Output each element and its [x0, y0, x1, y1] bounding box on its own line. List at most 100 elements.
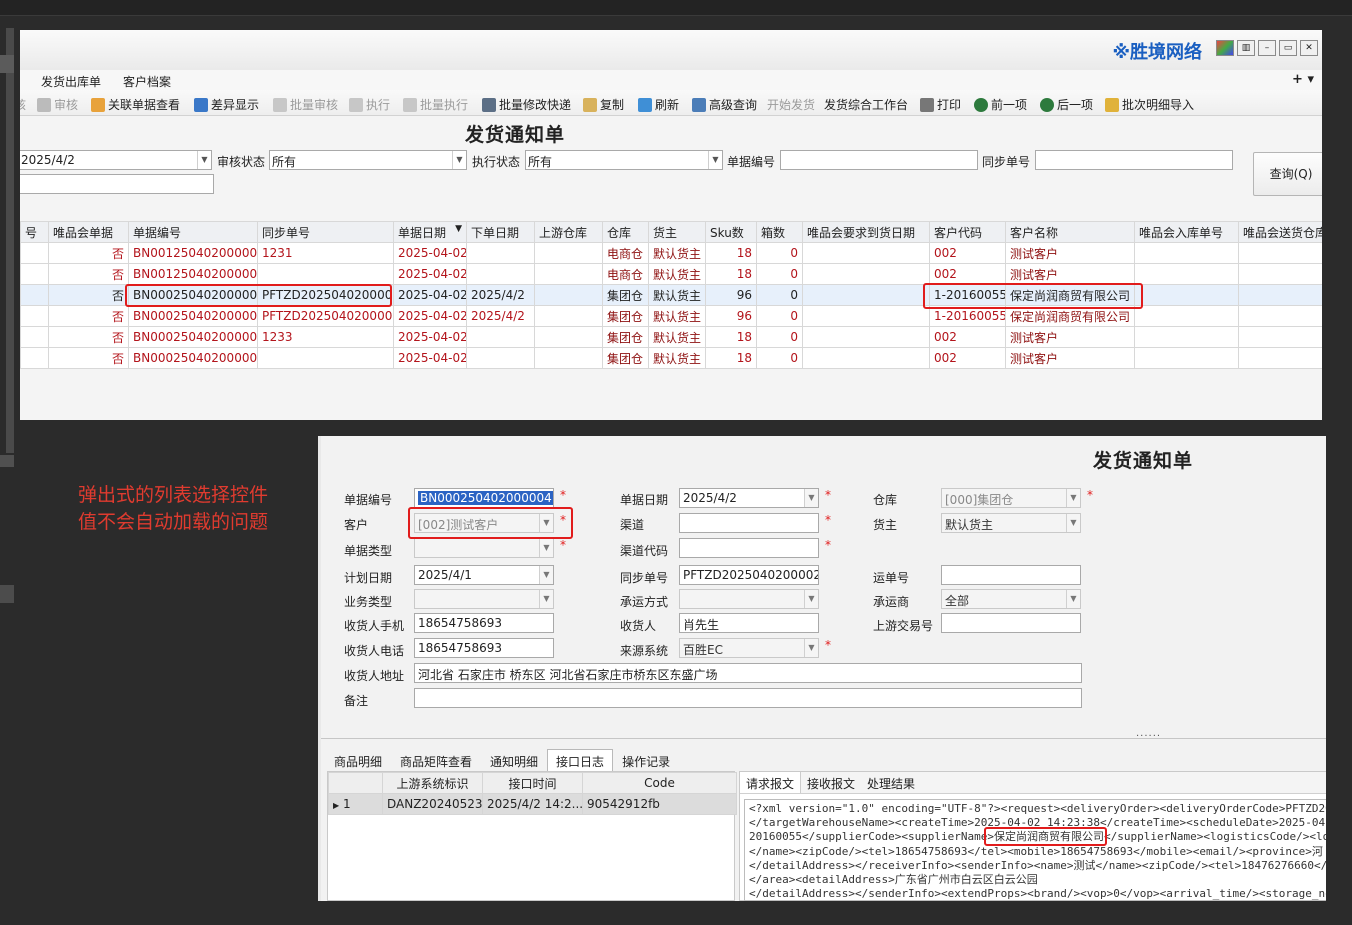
add-tab-button[interactable]: + ▾ [1292, 72, 1314, 87]
col-header[interactable]: 单据编号 [128, 221, 258, 243]
date-filter-field[interactable]: 2025/4/2 ▼ [20, 150, 212, 170]
theme-icon[interactable] [1216, 40, 1234, 56]
col-header[interactable]: 箱数 [756, 221, 803, 243]
layout-icon[interactable]: ▥ [1237, 40, 1255, 56]
query-button[interactable]: 查询(Q) [1253, 152, 1322, 196]
toolbar-batch-audit-button[interactable]: 批量审核 [273, 96, 338, 113]
col-header[interactable]: 货主 [648, 221, 706, 243]
col-header[interactable]: 客户代码 [929, 221, 1006, 243]
table-row[interactable]: 否 BN000250402000001 2025-04-02 集团仓 默认货主 … [20, 347, 1322, 369]
chevron-down-icon[interactable]: ▼ [452, 151, 466, 169]
remark-field[interactable] [414, 688, 1082, 708]
shipping-method-select[interactable]: ▼ [679, 589, 819, 609]
chevron-down-icon[interactable]: ▼ [804, 639, 818, 657]
waybill-field[interactable] [941, 565, 1081, 585]
col-header[interactable]: Code [582, 772, 737, 794]
toolbar-unaudit-button[interactable]: 核 [20, 96, 26, 113]
toolbar-advanced-search-button[interactable]: 高级查询 [692, 96, 757, 113]
col-header[interactable]: 上游仓库 [534, 221, 603, 243]
doc-date-field[interactable]: 2025/4/2 ▼ [679, 488, 819, 508]
extra-filter-input[interactable] [20, 174, 214, 194]
tab-request-message[interactable]: 请求报文 [740, 772, 802, 793]
toolbar-related-docs-button[interactable]: 关联单据查看 [91, 96, 180, 113]
owner-select[interactable]: 默认货主 ▼ [941, 513, 1081, 533]
toolbar-audit-button[interactable]: 审核 [37, 96, 78, 113]
col-header[interactable]: 唯品会单据 [48, 221, 129, 243]
col-header[interactable]: 单据日期 ▼ [393, 221, 467, 243]
toolbar-batch-express-button[interactable]: 批量修改快递 [482, 96, 571, 113]
receiver-mobile-field[interactable]: 18654758693 [414, 613, 554, 633]
biz-type-select[interactable]: ▼ [414, 589, 554, 609]
col-header[interactable]: 上游系统标识 [382, 772, 483, 794]
chevron-down-icon[interactable]: ▼ [539, 566, 553, 584]
docno-field[interactable]: BN000250402000004 [414, 488, 554, 508]
toolbar-execute-button[interactable]: 执行 [349, 96, 390, 113]
col-header[interactable]: Sku数 [705, 221, 757, 243]
docno-filter-label: 单据编号 [727, 155, 776, 169]
warehouse-select[interactable]: [000]集团仓 ▼ [941, 488, 1081, 508]
tab-process-result[interactable]: 处理结果 [861, 772, 921, 793]
address-field[interactable]: 河北省 石家庄市 桥东区 河北省石家庄市桥东区东盛广场 [414, 663, 1082, 683]
minimize-button[interactable]: – [1258, 40, 1276, 56]
toolbar-prev-button[interactable]: 前一项 [974, 96, 1027, 113]
brand-logo: ※胜境网络 [1112, 42, 1203, 63]
detail-title: 发货通知单 [1093, 450, 1194, 472]
table-row[interactable]: ▶ 1 DANZ20240523 2025/4/2 14:2... 905429… [328, 793, 737, 815]
toolbar-ship-workbench-button[interactable]: 发货综合工作台 [824, 96, 908, 113]
col-header[interactable]: 下单日期 [466, 221, 535, 243]
channel-code-field[interactable] [679, 538, 819, 558]
audit-status-select[interactable]: 所有 ▼ [269, 150, 467, 170]
col-header[interactable]: 唯品会送货仓库 [1238, 221, 1322, 243]
plan-date-field[interactable]: 2025/4/1 ▼ [414, 565, 554, 585]
highlight-box [923, 283, 1143, 309]
col-header[interactable]: 仓库 [602, 221, 649, 243]
toolbar-batch-import-button[interactable]: 批次明细导入 [1105, 96, 1194, 113]
col-header[interactable]: 唯品会入库单号 [1134, 221, 1239, 243]
chevron-down-icon[interactable]: ▼ [1066, 489, 1080, 507]
sync-no-field[interactable]: PFTZD2025040200002 [679, 565, 819, 585]
receiver-field[interactable]: 肖先生 [679, 613, 819, 633]
chevron-down-icon[interactable]: ▼ [197, 151, 211, 169]
toolbar-print-button[interactable]: 打印 [920, 96, 961, 113]
carrier-select[interactable]: 全部 ▼ [941, 589, 1081, 609]
chevron-down-icon[interactable]: ▼ [539, 539, 553, 557]
restore-button[interactable]: ▭ [1279, 40, 1297, 56]
outer-left-strip [6, 28, 14, 453]
col-header[interactable]: 客户名称 [1005, 221, 1135, 243]
channel-field[interactable] [679, 513, 819, 533]
exec-status-select[interactable]: 所有 ▼ [525, 150, 723, 170]
toolbar-diff-button[interactable]: 差异显示 [194, 96, 259, 113]
toolbar-refresh-button[interactable]: 刷新 [638, 96, 679, 113]
docno-filter-input[interactable] [780, 150, 978, 170]
channel-label: 渠道 [620, 518, 645, 532]
chevron-down-icon[interactable]: ▼ [708, 151, 722, 169]
close-button[interactable]: ✕ [1300, 40, 1318, 56]
source-system-select[interactable]: 百胜EC ▼ [679, 638, 819, 658]
tab-delivery-outbound[interactable]: 发货出库单 [41, 73, 101, 90]
chevron-down-icon[interactable]: ▼ [1066, 514, 1080, 532]
receiver-phone-field[interactable]: 18654758693 [414, 638, 554, 658]
col-header[interactable]: 号 [20, 221, 49, 243]
col-header[interactable]: 唯品会要求到货日期 [802, 221, 930, 243]
toolbar-next-button[interactable]: 后一项 [1040, 96, 1093, 113]
col-header[interactable]: 接口时间 [482, 772, 583, 794]
chevron-down-icon[interactable]: ▼ [804, 489, 818, 507]
chevron-down-icon[interactable]: ▼ [1066, 590, 1080, 608]
toolbar-copy-button[interactable]: 复制 [583, 96, 624, 113]
chevron-down-icon[interactable]: ▼ [539, 590, 553, 608]
customer-label: 客户 [344, 518, 369, 532]
row-pointer-icon: ▶ [333, 801, 340, 810]
table-row[interactable]: 否 BN001250402000001 2025-04-02 电商仓 默认货主 … [20, 263, 1322, 285]
tab-customer-archive[interactable]: 客户档案 [123, 73, 171, 90]
chevron-down-icon[interactable]: ▼ [804, 590, 818, 608]
tab-response-message[interactable]: 接收报文 [801, 772, 861, 793]
table-row[interactable]: 否 BN001250402000002 1231 2025-04-02 电商仓 … [20, 242, 1322, 264]
toolbar-batch-execute-button[interactable]: 批量执行 [403, 96, 468, 113]
sync-filter-input[interactable] [1035, 150, 1233, 170]
toolbar-start-ship-button[interactable]: 开始发货 [767, 96, 815, 113]
col-header[interactable]: 同步单号 [257, 221, 394, 243]
doctype-select[interactable]: ▼ [414, 538, 554, 558]
upstream-trade-field[interactable] [941, 613, 1081, 633]
request-xml-text[interactable]: <?xml version="1.0" encoding="UTF-8"?><r… [744, 799, 1326, 901]
table-row[interactable]: 否 BN000250402000002 1233 2025-04-02 集团仓 … [20, 326, 1322, 348]
